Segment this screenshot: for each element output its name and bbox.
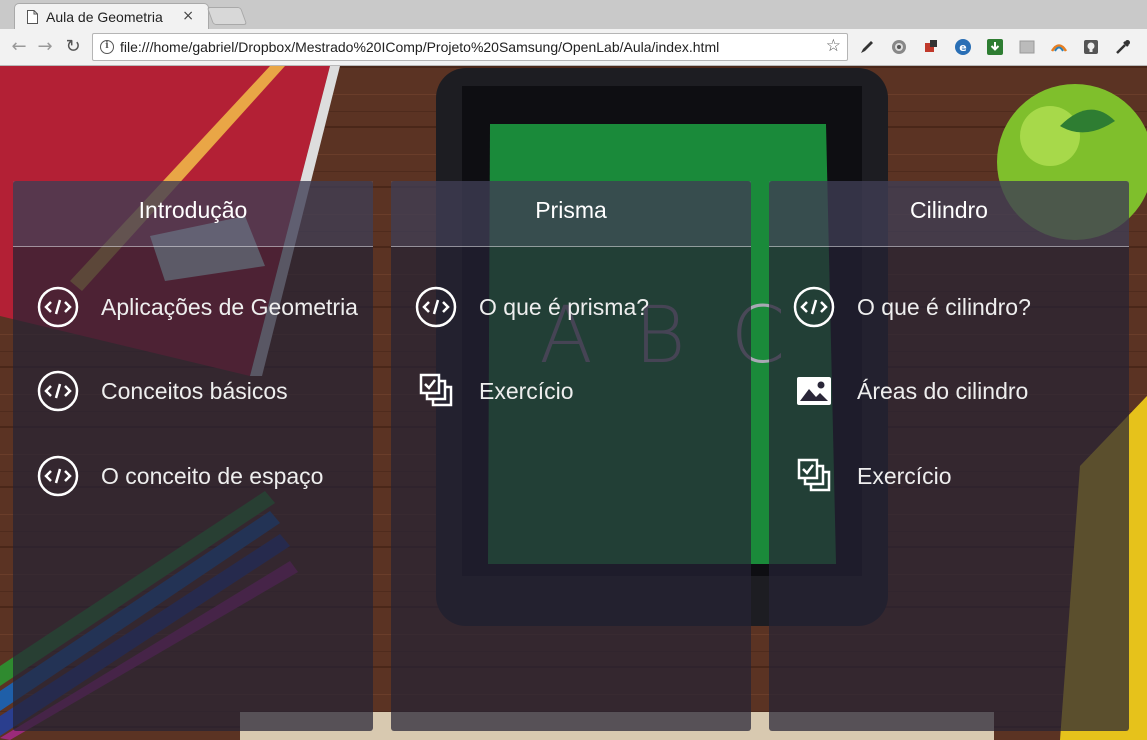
arc-icon[interactable] — [1050, 38, 1068, 56]
lightbulb-icon[interactable] — [1082, 38, 1100, 56]
menu-item-label: O que é cilindro? — [857, 294, 1031, 320]
menu-item[interactable]: Áreas do cilindro — [793, 370, 1123, 414]
forward-button[interactable]: → — [34, 36, 56, 58]
panel-title: Cilindro — [910, 197, 988, 223]
menu-item[interactable]: Conceitos básicos — [37, 370, 367, 414]
browser-tab[interactable]: Aula de Geometria × — [14, 3, 209, 30]
e-icon[interactable]: e — [954, 38, 972, 56]
address-bar[interactable]: i file:///home/gabriel/Dropbox/Mestrado%… — [92, 33, 848, 61]
panel-title: Introdução — [138, 197, 248, 223]
svg-text:e: e — [959, 41, 966, 54]
back-button[interactable]: ← — [8, 36, 30, 58]
menu-item[interactable]: Exercício — [415, 370, 745, 414]
menu-item[interactable]: O que é cilindro? — [793, 286, 1123, 330]
page-content: A B C Introdução Aplicações de Geometria — [0, 66, 1147, 740]
info-icon[interactable]: i — [100, 40, 114, 54]
panel-header: Prisma — [391, 181, 751, 247]
panel-title: Prisma — [535, 197, 607, 223]
reload-button[interactable]: ↻ — [62, 36, 84, 58]
pen-icon[interactable] — [858, 38, 876, 56]
bookmark-star-button[interactable]: ☆ — [826, 36, 841, 56]
code-icon — [37, 286, 79, 328]
panel-header: Introdução — [13, 181, 373, 247]
panel-header: Cilindro — [769, 181, 1129, 247]
menu-item-label: Exercício — [479, 378, 574, 404]
eyedropper-icon[interactable] — [1114, 38, 1132, 56]
puzzle-icon[interactable] — [922, 38, 940, 56]
menu-item[interactable]: Aplicações de Geometria — [37, 286, 367, 330]
url-text[interactable]: file:///home/gabriel/Dropbox/Mestrado%20… — [120, 39, 719, 55]
panel-cilindro: Cilindro O que é cilindro? Áreas do cili… — [769, 181, 1129, 731]
browser-toolbar: ← → ↻ i file:///home/gabriel/Dropbox/Mes… — [0, 29, 1147, 66]
menu-item-label: Conceitos básicos — [101, 378, 288, 404]
code-icon — [37, 370, 79, 412]
image-icon — [797, 377, 831, 405]
document-icon — [27, 10, 38, 24]
tab-title: Aula de Geometria — [46, 9, 163, 25]
tab-close-button[interactable]: × — [182, 8, 194, 24]
menu-item-label: O que é prisma? — [479, 294, 650, 320]
menu-item[interactable]: O conceito de espaço — [37, 455, 367, 499]
menu-item-label: O conceito de espaço — [101, 463, 324, 489]
checklist-icon — [797, 458, 831, 492]
panel-introducao: Introdução Aplicações de Geometria Conce… — [13, 181, 373, 731]
globe-icon[interactable] — [890, 38, 908, 56]
menu-item-label: Áreas do cilindro — [857, 378, 1029, 404]
panel-prisma: Prisma O que é prisma? Exercício — [391, 181, 751, 731]
box-icon[interactable] — [1018, 38, 1036, 56]
code-icon — [415, 286, 457, 328]
checklist-icon — [419, 373, 453, 407]
download-icon[interactable] — [986, 38, 1004, 56]
code-icon — [793, 286, 835, 328]
menu-item[interactable]: O que é prisma? — [415, 286, 745, 330]
tab-strip: Aula de Geometria × — [0, 0, 1147, 30]
menu-item[interactable]: Exercício — [793, 455, 1123, 499]
new-tab-button[interactable] — [206, 7, 248, 25]
menu-item-label: Exercício — [857, 463, 952, 489]
code-icon — [37, 455, 79, 497]
menu-item-label: Aplicações de Geometria — [101, 294, 358, 320]
